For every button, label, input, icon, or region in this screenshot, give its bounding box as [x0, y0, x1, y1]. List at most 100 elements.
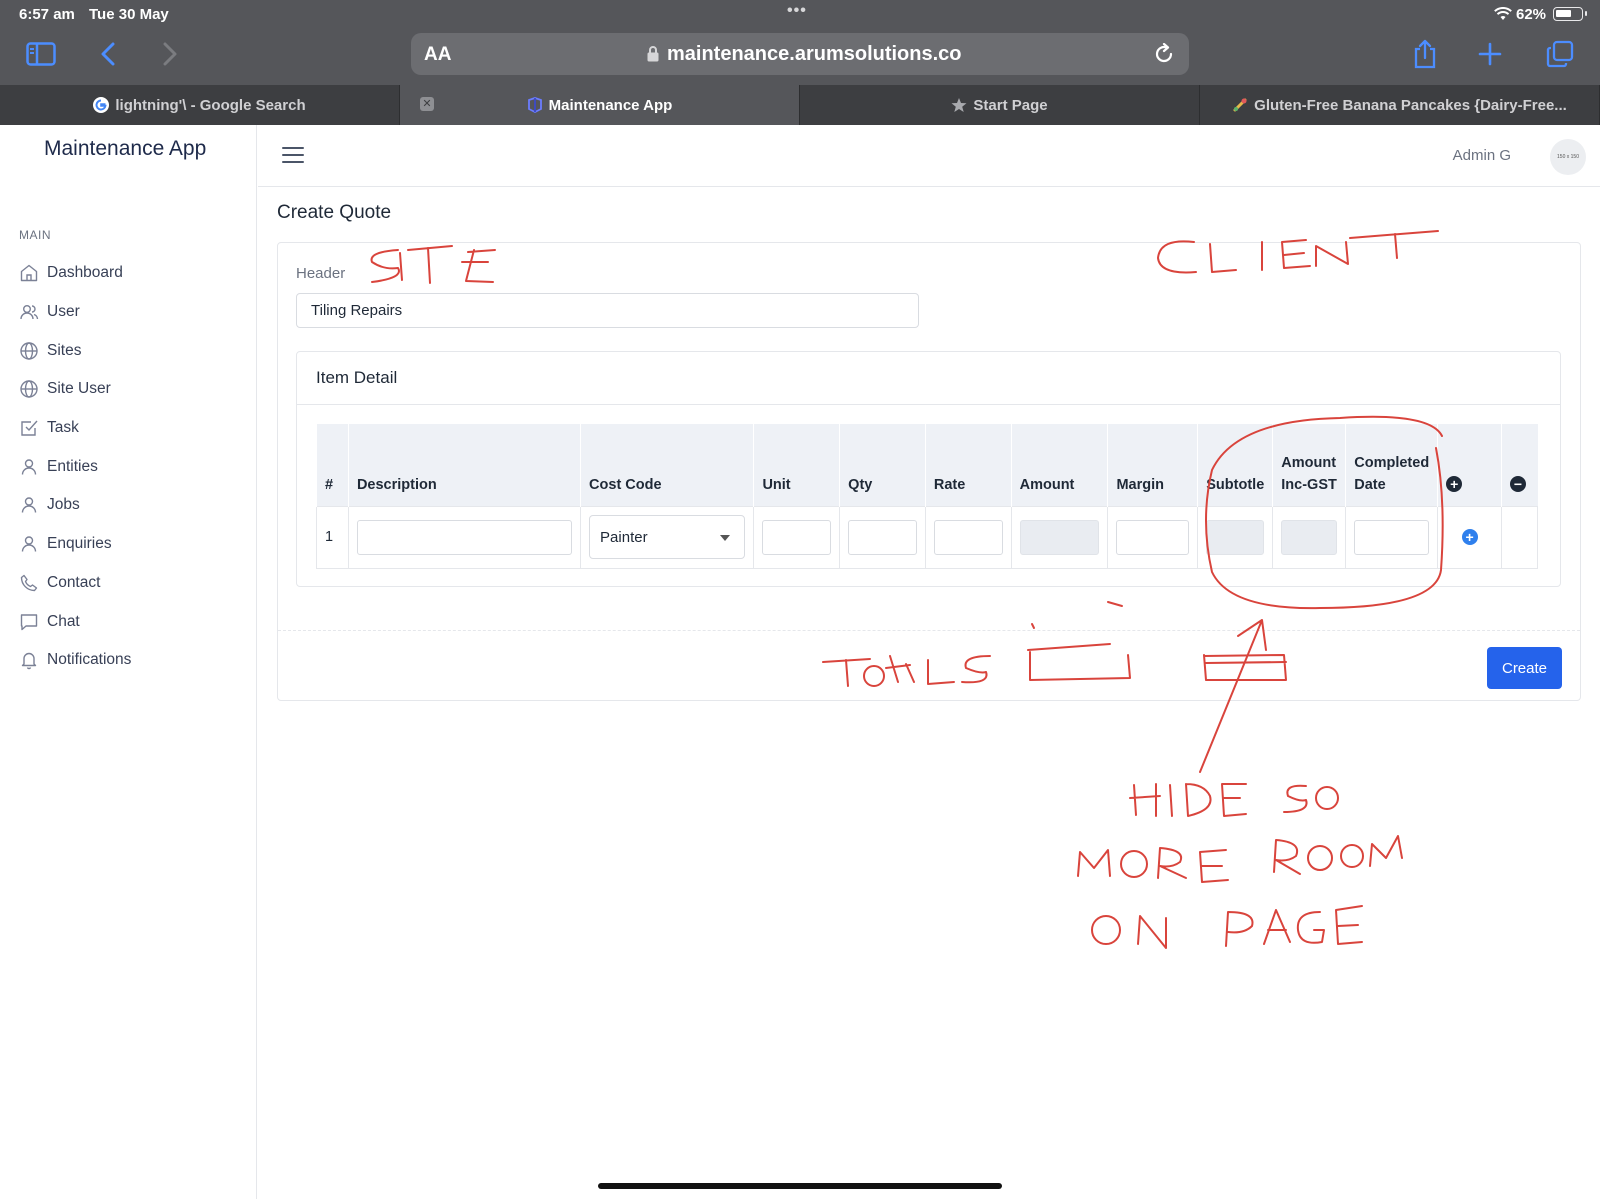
unit-input[interactable]	[762, 519, 832, 555]
completed-date-input[interactable]	[1354, 519, 1430, 555]
cost-code-select[interactable]: Painter	[589, 515, 746, 559]
brand-title[interactable]: Maintenance App	[44, 137, 206, 161]
col-subtotle: Subtotle	[1197, 424, 1273, 506]
url-text: maintenance.arumsolutions.co	[667, 43, 962, 65]
margin-input[interactable]	[1116, 519, 1190, 555]
amount-cell	[1010, 505, 1109, 569]
google-icon	[93, 97, 110, 113]
sidebar-item-label: Chat	[47, 612, 80, 630]
col-unit: Unit	[753, 424, 840, 506]
tab-title: Start Page	[973, 96, 1048, 114]
user-icon	[21, 497, 37, 514]
users-icon	[20, 305, 39, 320]
chevron-down-icon	[720, 535, 731, 541]
user-icon	[21, 459, 37, 475]
page-title: Create Quote	[277, 202, 392, 223]
tabs-overview-icon[interactable]	[1540, 36, 1580, 72]
reader-aa-button[interactable]: AA	[424, 44, 451, 66]
avatar-placeholder-text: 150 x 150	[1557, 154, 1579, 160]
user-name[interactable]: Admin G	[1453, 147, 1511, 164]
globe-icon	[20, 380, 38, 399]
sidebar-toggle-icon[interactable]	[21, 36, 61, 72]
subtotle-input	[1206, 519, 1265, 555]
lock-icon	[647, 46, 659, 62]
avatar[interactable]: 150 x 150	[1550, 139, 1586, 175]
chat-icon	[20, 613, 38, 630]
sidebar-item-notifications[interactable]: Notifications	[19, 641, 131, 680]
status-time: 6:57 am	[19, 6, 75, 23]
hamburger-menu-icon[interactable]	[282, 146, 304, 164]
item-detail-header: Item Detail	[297, 352, 1560, 405]
checkbox-icon	[21, 420, 38, 436]
col-rate: Rate	[924, 424, 1012, 506]
address-bar[interactable]: AA maintenance.arumsolutions.co	[411, 33, 1189, 75]
create-button[interactable]: Create	[1487, 647, 1562, 689]
description-input[interactable]	[356, 519, 573, 555]
item-detail-card: Item Detail # Description Cost Code Unit…	[296, 351, 1561, 587]
tab-maintenance-app[interactable]: ✕ Maintenance App	[400, 85, 800, 125]
sidebar-item-sites[interactable]: Sites	[19, 331, 131, 370]
sidebar-item-entities[interactable]: Entities	[19, 447, 131, 486]
items-table: # Description Cost Code Unit Qty Rate Am…	[316, 424, 1539, 569]
tab-start-page[interactable]: Start Page	[800, 85, 1200, 125]
back-icon[interactable]	[88, 36, 128, 72]
sidebar-item-user[interactable]: User	[19, 293, 131, 332]
col-number: #	[316, 424, 349, 506]
description-cell	[347, 505, 582, 569]
sidebar-item-jobs[interactable]: Jobs	[19, 486, 131, 525]
browser-chrome: 6:57 am Tue 30 May ••• 62% AA maintenanc…	[0, 0, 1600, 125]
cost-code-cell: Painter	[580, 505, 755, 569]
sidebar-item-label: Contact	[47, 573, 101, 591]
remove-row-icon[interactable]: −	[1509, 475, 1526, 492]
app-logo-icon	[527, 97, 543, 113]
col-qty: Qty	[839, 424, 926, 506]
quote-form-card: Header Item Detail # Description Cost Co…	[277, 242, 1581, 701]
subtotle-cell	[1197, 505, 1274, 569]
sidebar-nav: Dashboard User Sites Site User Task Enti…	[19, 254, 131, 680]
rate-cell	[924, 505, 1012, 569]
sidebar-item-chat[interactable]: Chat	[19, 602, 131, 641]
qty-input[interactable]	[848, 519, 917, 555]
close-tab-icon[interactable]: ✕	[420, 97, 434, 111]
bell-icon	[21, 653, 37, 670]
tab-pancakes[interactable]: Gluten-Free Banana Pancakes {Dairy-Free.…	[1200, 85, 1600, 125]
col-cost-code: Cost Code	[580, 424, 754, 506]
rate-input[interactable]	[933, 519, 1003, 555]
new-tab-icon[interactable]	[1470, 36, 1510, 72]
sidebar-item-label: Entities	[47, 457, 98, 475]
sidebar-item-label: Notifications	[47, 651, 132, 669]
sidebar-item-site-user[interactable]: Site User	[19, 370, 131, 409]
table-header-row: # Description Cost Code Unit Qty Rate Am…	[316, 424, 1538, 506]
tab-google-search[interactable]: lightning'\ - Google Search	[0, 85, 400, 125]
table-row: 1 Painter +	[316, 505, 1539, 569]
status-date: Tue 30 May	[89, 6, 169, 23]
sidebar-item-label: Enquiries	[47, 535, 112, 553]
recipe-site-icon	[1232, 97, 1248, 113]
remove-cell	[1500, 505, 1539, 569]
completed-date-cell	[1345, 505, 1439, 569]
sidebar-item-task[interactable]: Task	[19, 409, 131, 448]
sidebar-item-enquiries[interactable]: Enquiries	[19, 525, 131, 564]
multitask-dots-icon[interactable]: •••	[787, 2, 807, 20]
add-item-icon[interactable]: +	[1461, 528, 1478, 545]
star-icon	[951, 97, 967, 113]
header-input[interactable]	[296, 293, 919, 328]
sidebar-item-label: Task	[47, 419, 79, 437]
share-icon[interactable]	[1405, 36, 1445, 72]
wifi-icon	[1494, 7, 1512, 20]
add-row-icon[interactable]: +	[1446, 475, 1463, 492]
home-indicator[interactable]	[598, 1183, 1002, 1189]
reload-icon[interactable]	[1153, 43, 1175, 65]
battery-percent: 62%	[1516, 6, 1547, 23]
row-number: 1	[316, 505, 349, 569]
tab-title: lightning'\ - Google Search	[115, 96, 306, 114]
maintenance-app: Maintenance App MAIN Dashboard User Site…	[0, 125, 1600, 1199]
forward-icon[interactable]	[150, 36, 190, 72]
sidebar-item-dashboard[interactable]: Dashboard	[19, 254, 131, 293]
sidebar-item-contact[interactable]: Contact	[19, 564, 131, 603]
col-description: Description	[347, 424, 581, 506]
col-amount-inc-gst: Amount Inc-GST	[1272, 424, 1346, 506]
battery-icon	[1553, 7, 1587, 21]
sidebar-item-label: Dashboard	[47, 264, 123, 282]
cost-code-value: Painter	[600, 528, 648, 546]
